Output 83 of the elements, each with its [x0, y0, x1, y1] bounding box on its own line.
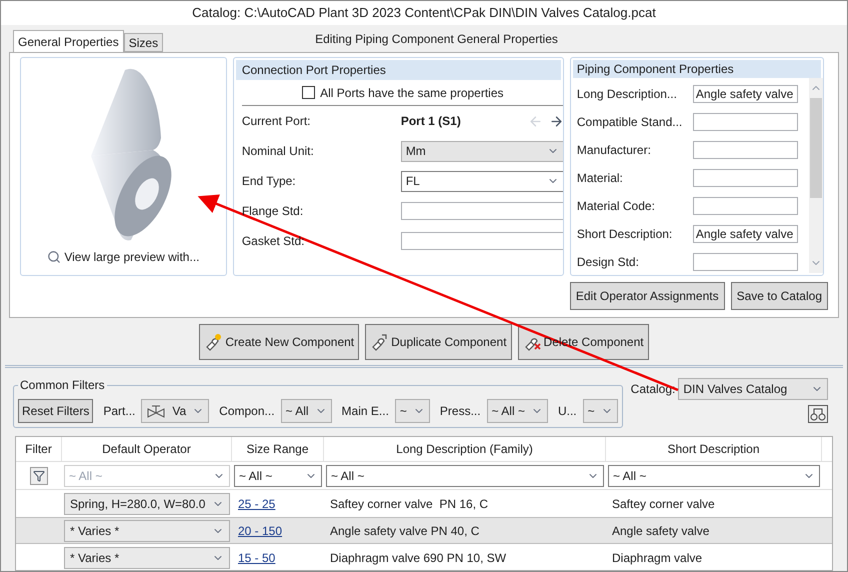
part-new-icon	[204, 333, 222, 351]
filter-icon[interactable]	[30, 466, 48, 484]
filter-dropdown[interactable]: ~	[582, 398, 618, 422]
field-label: Design Std:	[576, 254, 640, 271]
filter-label: Main E...	[342, 402, 389, 420]
table-cell-text: Diaphragm valve 690 PN 10, SW	[329, 550, 508, 566]
filter-label: Press...	[440, 402, 481, 420]
input-field[interactable]	[692, 169, 798, 187]
table-row[interactable]: * Varies * 15 - 50 Diaphragm valve 690 PN 10, SW Diaphragm valve	[16, 544, 832, 570]
next-icon[interactable]	[548, 114, 563, 128]
column-header[interactable]: Long Description (Family)	[324, 437, 606, 461]
valve-icon	[146, 402, 166, 418]
reset-filters-button[interactable]: Reset Filters	[18, 398, 94, 422]
operator-dropdown[interactable]: * Varies *	[64, 546, 230, 568]
column-header[interactable]: Default Operator	[62, 437, 232, 461]
header-text: Editing Piping Component General Properties	[315, 31, 558, 48]
table-cell-text: Angle safety valve PN 40, C	[329, 522, 480, 540]
part-copy-icon	[370, 333, 388, 351]
previous-icon[interactable]	[528, 114, 543, 128]
preview-link[interactable]: View large preview with...	[47, 248, 200, 266]
field-label: Long Description...	[576, 86, 678, 103]
field-label: Material:	[576, 170, 624, 187]
port-value: Port 1 (S1)	[400, 113, 461, 130]
filter-label: U...	[558, 402, 577, 420]
size-range-link[interactable]: 20 - 150	[238, 524, 282, 538]
field-label: Current Port:	[242, 113, 312, 130]
input-field[interactable]	[692, 141, 798, 159]
field-label: Short Description:	[576, 226, 674, 243]
filter-label: Part...	[103, 402, 136, 420]
filter-dropdown[interactable]: ~ All	[280, 398, 332, 422]
operator-dropdown[interactable]: Spring, H=280.0, W=80.0	[64, 492, 230, 514]
column-header[interactable]: Short Description	[606, 437, 822, 461]
column-header[interactable]: Filter	[16, 437, 62, 461]
filter-dropdown[interactable]: Va	[141, 398, 210, 422]
window-title: Catalog: C:\AutoCAD Plant 3D 2023 Content\CPak DIN\DIN Valves Catalog.pcat	[1, 1, 847, 25]
filter-dropdown[interactable]: ~	[394, 398, 430, 422]
table-cell-text: Saftey corner valve PN 16, C	[329, 496, 490, 512]
group-legend: Common Filters	[18, 376, 107, 394]
column-filter-dropdown[interactable]: ~ All ~	[326, 464, 604, 486]
input-field[interactable]	[692, 253, 798, 271]
search-icon	[47, 250, 62, 264]
tab[interactable]: General Properties	[13, 30, 124, 52]
field-label: End Type:	[242, 173, 297, 190]
scrollbar[interactable]	[808, 78, 823, 273]
hierarchy-icon[interactable]	[808, 405, 828, 423]
checkbox-label: All Ports have the same properties	[320, 84, 504, 102]
property-button[interactable]: Edit Operator Assignments	[570, 282, 725, 310]
field-label: Compatible Stand...	[576, 114, 684, 131]
operator-dropdown[interactable]: * Varies *	[64, 520, 230, 542]
input-field[interactable]	[400, 202, 563, 220]
input-field[interactable]: Angle safety valve	[692, 225, 798, 243]
action-button[interactable]: Duplicate Component	[365, 324, 512, 360]
input-field[interactable]	[692, 197, 798, 215]
field-label: Manufacturer:	[576, 142, 652, 159]
table-cell-text: Diaphragm valve	[611, 550, 704, 566]
input-field[interactable]	[692, 113, 798, 131]
action-button[interactable]: Create New Component	[199, 324, 360, 360]
input-field[interactable]: Angle safety valve	[692, 85, 798, 103]
filter-dropdown[interactable]: ~ All ~	[486, 398, 548, 422]
field-label: Flange Std:	[242, 203, 304, 220]
catalog-label: Catalog:	[630, 381, 676, 398]
table-row[interactable]: * Varies * 20 - 150 Angle safety valve PN 40, C Angle safety valve	[16, 517, 832, 544]
panel-header: Connection Port Properties	[236, 60, 561, 80]
field-label: Material Code:	[576, 198, 656, 215]
property-button[interactable]: Save to Catalog	[730, 282, 828, 310]
table-row[interactable]: Spring, H=280.0, W=80.0 25 - 25 Saftey corner valve PN 16, C Saftey corner valve	[16, 490, 832, 517]
same-properties-checkbox[interactable]: All Ports have the same properties	[242, 80, 563, 106]
catalog-dropdown[interactable]: DIN Valves Catalog	[678, 378, 828, 400]
input-field[interactable]	[400, 232, 563, 250]
panel-header: Piping Component Properties	[572, 60, 821, 78]
field-label: Gasket Std:	[242, 233, 306, 250]
tab[interactable]: Sizes	[124, 33, 164, 52]
column-filter-dropdown[interactable]: ~ All ~	[234, 464, 322, 486]
checkbox[interactable]	[302, 86, 316, 99]
table-cell-text: Saftey corner valve	[611, 496, 716, 512]
column-filter-dropdown[interactable]: ~ All ~	[608, 464, 820, 486]
dropdown[interactable]: FL	[400, 170, 563, 192]
table-cell-text: Angle safety valve	[611, 522, 710, 540]
field-label: Nominal Unit:	[242, 143, 315, 160]
size-range-link[interactable]: 15 - 50	[238, 550, 276, 564]
size-range-link[interactable]: 25 - 25	[238, 496, 276, 510]
filter-label: Compon...	[219, 402, 275, 420]
column-header[interactable]: Size Range	[232, 437, 324, 461]
